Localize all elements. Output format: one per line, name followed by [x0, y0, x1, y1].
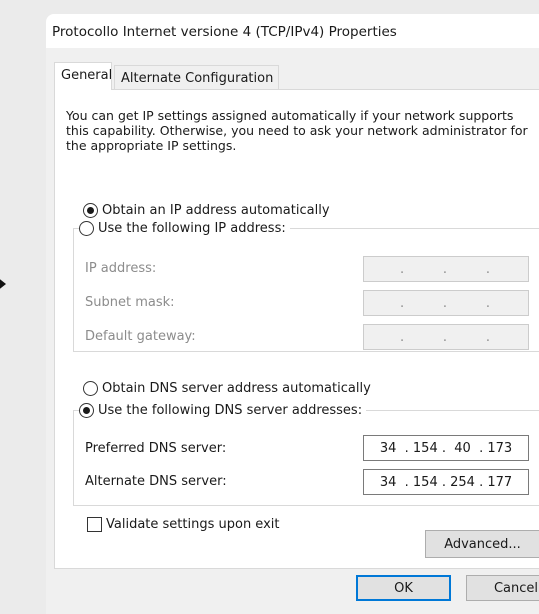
- advanced-button[interactable]: Advanced...: [425, 530, 539, 558]
- intro-text: You can get IP settings assigned automat…: [66, 108, 528, 153]
- alternate-dns-field[interactable]: 34 . 154 . 254 . 177: [363, 469, 529, 495]
- ip-address-label: IP address:: [85, 261, 157, 276]
- title-bar: Protocollo Internet versione 4 (TCP/IPv4…: [46, 14, 539, 48]
- default-gateway-field[interactable]: . . .: [363, 324, 529, 350]
- obtain-ip-auto-label: Obtain an IP address automatically: [102, 202, 330, 218]
- validate-settings-checkbox[interactable]: Validate settings upon exit: [87, 515, 279, 533]
- tab-alternate-configuration[interactable]: Alternate Configuration: [114, 65, 279, 90]
- alternate-dns-label: Alternate DNS server:: [85, 474, 227, 489]
- use-following-dns-label: Use the following DNS server addresses:: [98, 402, 363, 418]
- preferred-dns-label: Preferred DNS server:: [85, 441, 227, 456]
- arrow-icon: [0, 279, 6, 289]
- subnet-mask-field[interactable]: . . .: [363, 290, 529, 316]
- radio-checked-icon: [83, 202, 98, 218]
- window-title: Protocollo Internet versione 4 (TCP/IPv4…: [52, 24, 397, 40]
- radio-unchecked-icon: [83, 380, 98, 396]
- default-gateway-label: Default gateway:: [85, 329, 196, 344]
- radio-checked-icon: [79, 402, 94, 418]
- obtain-dns-auto-radio[interactable]: Obtain DNS server address automatically: [83, 379, 371, 397]
- use-following-dns-radio[interactable]: Use the following DNS server addresses:: [79, 401, 367, 419]
- validate-settings-label: Validate settings upon exit: [106, 516, 280, 532]
- ip-address-field[interactable]: . . .: [363, 256, 529, 282]
- use-following-ip-label: Use the following IP address:: [98, 220, 286, 236]
- ok-button[interactable]: OK: [356, 575, 451, 601]
- use-following-ip-radio[interactable]: Use the following IP address:: [79, 219, 290, 237]
- obtain-dns-auto-label: Obtain DNS server address automatically: [102, 380, 371, 396]
- obtain-ip-auto-radio[interactable]: Obtain an IP address automatically: [83, 201, 330, 219]
- tab-general[interactable]: General: [54, 62, 112, 90]
- radio-unchecked-icon: [79, 220, 94, 236]
- subnet-mask-label: Subnet mask:: [85, 295, 175, 310]
- cancel-button[interactable]: Cancel: [466, 575, 539, 601]
- general-panel: You can get IP settings assigned automat…: [54, 89, 539, 569]
- checkbox-unchecked-icon: [87, 516, 102, 532]
- tcpip-properties-dialog: Protocollo Internet versione 4 (TCP/IPv4…: [46, 14, 539, 614]
- preferred-dns-field[interactable]: 34 . 154 . 40 . 173: [363, 435, 529, 461]
